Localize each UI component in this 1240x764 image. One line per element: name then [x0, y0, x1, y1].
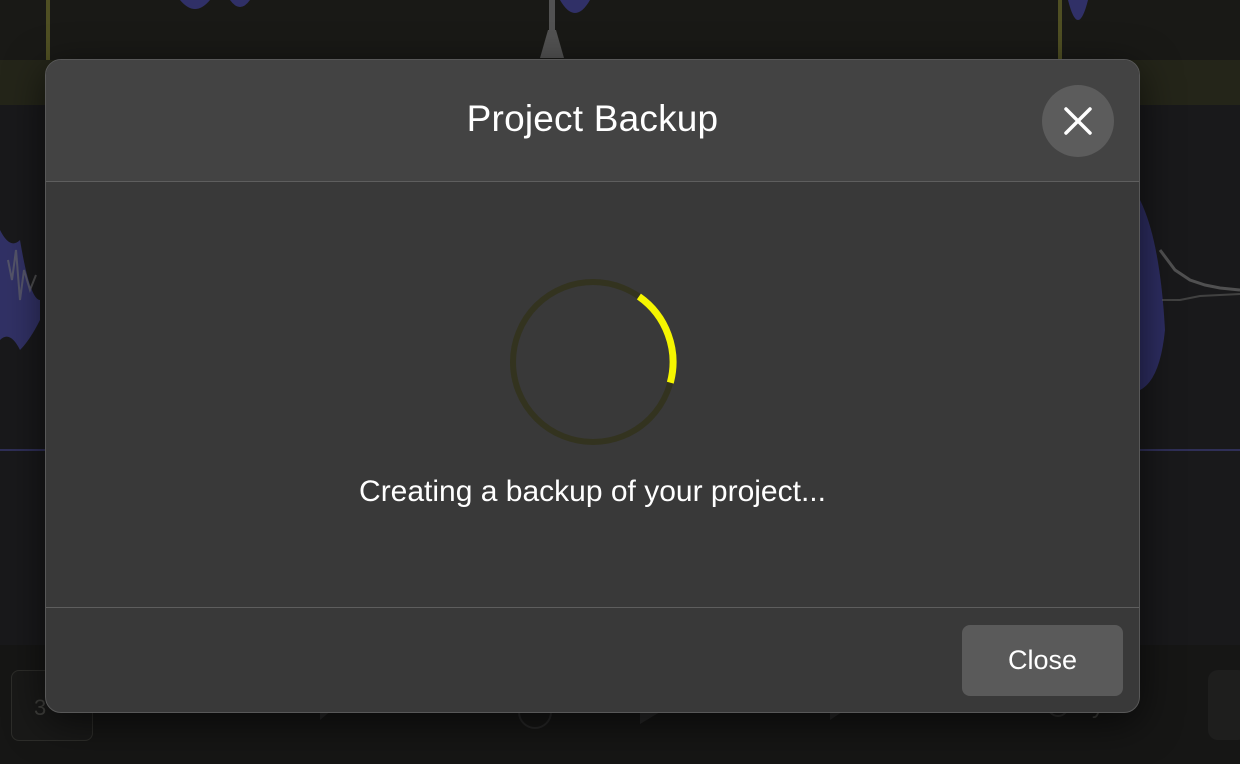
close-icon — [1064, 107, 1092, 135]
loading-spinner-icon — [510, 279, 677, 445]
dialog-title: Project Backup — [466, 98, 719, 139]
dialog-footer: Close — [46, 607, 1139, 712]
dialog-body: Creating a backup of your project... — [46, 182, 1139, 607]
close-button[interactable]: Close — [962, 625, 1123, 696]
dialog-header: Project Backup — [46, 60, 1139, 182]
status-message: Creating a backup of your project... — [359, 475, 826, 508]
backup-dialog: Project Backup Creating a backup of your… — [45, 59, 1140, 713]
close-icon-button[interactable] — [1042, 85, 1114, 157]
spinner-arc — [636, 293, 677, 384]
